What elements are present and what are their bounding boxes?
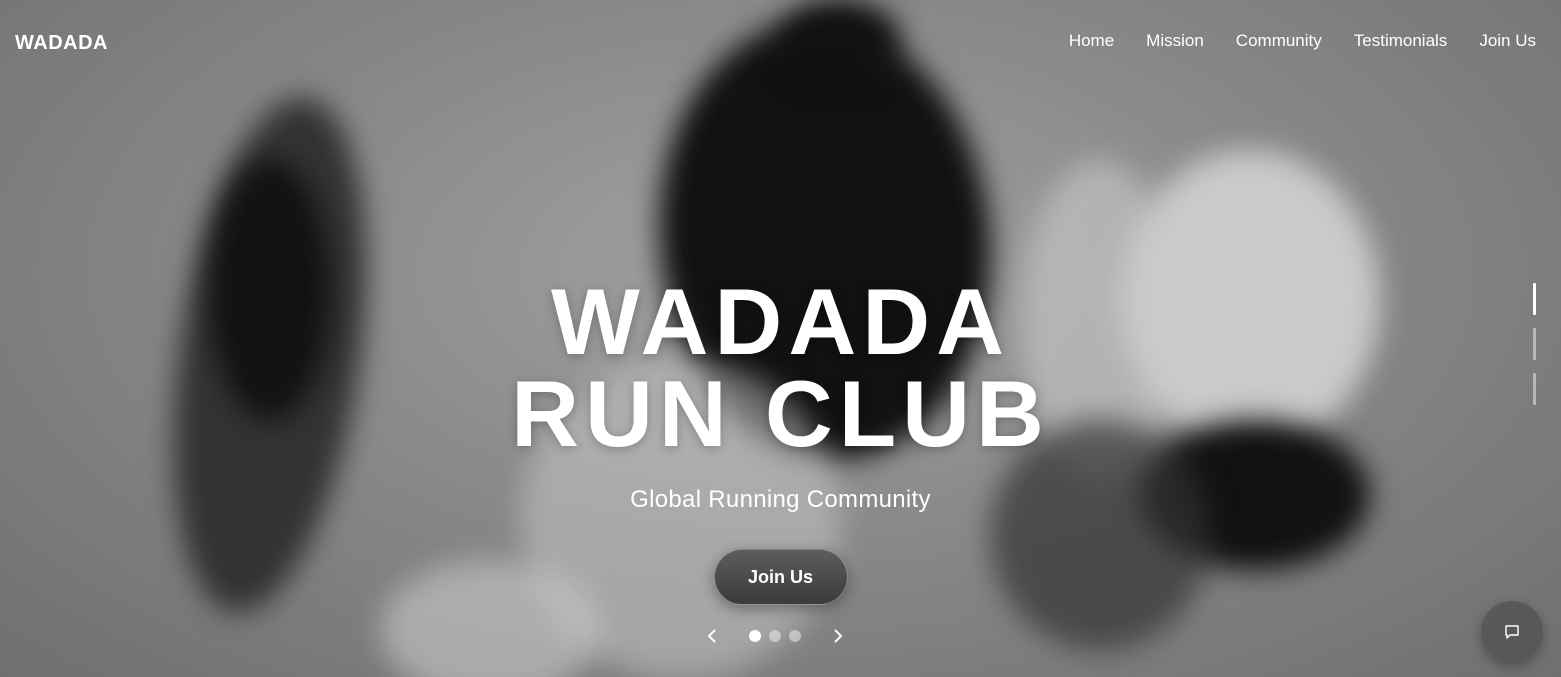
nav-home[interactable]: Home <box>1069 31 1114 51</box>
carousel-controls <box>700 624 850 648</box>
carousel-dots <box>749 630 801 642</box>
chevron-right-icon <box>834 629 843 643</box>
chat-icon <box>1505 625 1519 639</box>
nav-mission[interactable]: Mission <box>1146 31 1204 51</box>
join-us-button[interactable]: Join Us <box>713 549 848 605</box>
nav-join-us[interactable]: Join Us <box>1479 31 1536 51</box>
top-navbar: WADADA Home Mission Community Testimonia… <box>0 0 1561 84</box>
section-indicator-3[interactable] <box>1533 373 1536 405</box>
carousel-dot-2[interactable] <box>769 630 781 642</box>
hero-subtitle: Global Running Community <box>630 486 931 513</box>
chat-button[interactable] <box>1481 601 1543 663</box>
hero-title: WADADA RUN CLUB <box>511 269 1050 466</box>
nav-testimonials[interactable]: Testimonials <box>1354 31 1448 51</box>
nav-community[interactable]: Community <box>1236 31 1322 51</box>
chevron-left-icon <box>707 629 716 643</box>
carousel-prev-button[interactable] <box>700 624 724 648</box>
hero-title-line-2: RUN CLUB <box>511 361 1050 466</box>
brand-logo[interactable]: WADADA <box>15 32 108 55</box>
main-nav: Home Mission Community Testimonials Join… <box>1069 31 1536 51</box>
hero-title-line-1: WADADA <box>551 269 1010 374</box>
section-indicator-2[interactable] <box>1533 328 1536 360</box>
carousel-dot-1[interactable] <box>749 630 761 642</box>
hero-section: WADADA Home Mission Community Testimonia… <box>0 0 1561 677</box>
carousel-next-button[interactable] <box>826 624 850 648</box>
section-indicator <box>1533 283 1536 405</box>
carousel-dot-3[interactable] <box>789 630 801 642</box>
section-indicator-1[interactable] <box>1533 283 1536 315</box>
hero-content: WADADA RUN CLUB Global Running Community… <box>0 269 1561 605</box>
